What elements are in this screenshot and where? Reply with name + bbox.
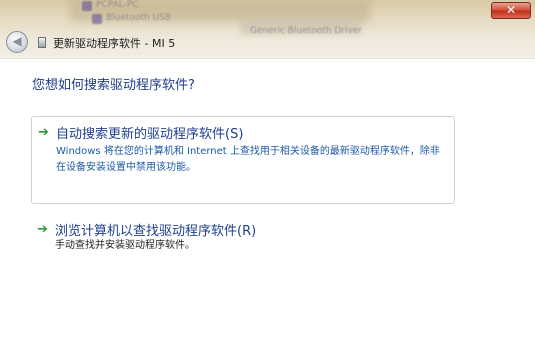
- option-description: Windows 将在您的计算机和 Internet 上查找用于相关设备的最新驱动…: [56, 146, 440, 173]
- background-text: Bluetooth USB: [106, 13, 172, 23]
- background-computer-icon: [82, 1, 92, 11]
- browse-computer-option[interactable]: ➔ 浏览计算机以查找驱动程序软件(R) 手动查找并安装驱动程序软件。: [31, 214, 455, 258]
- option-description: 手动查找并安装驱动程序软件。: [55, 240, 195, 251]
- green-arrow-icon: ➔: [38, 125, 49, 140]
- wizard-title: 更新驱动程序软件 - MI 5: [53, 37, 176, 50]
- close-button[interactable]: ✕: [491, 2, 531, 19]
- aero-glass-frame: PCPAL-PC Bluetooth USB Generic Bluetooth…: [0, 0, 535, 58]
- auto-search-option[interactable]: ➔ 自动搜索更新的驱动程序软件(S) Windows 将在您的计算机和 Inte…: [31, 116, 455, 204]
- option-title: 浏览计算机以查找驱动程序软件(R): [55, 224, 257, 239]
- option-title: 自动搜索更新的驱动程序软件(S): [56, 127, 244, 142]
- page-heading: 您想如何搜索驱动程序软件?: [32, 78, 195, 93]
- wizard-content: 您想如何搜索驱动程序软件? ➔ 自动搜索更新的驱动程序软件(S) Windows…: [0, 58, 535, 341]
- update-driver-wizard-window: PCPAL-PC Bluetooth USB Generic Bluetooth…: [0, 0, 535, 341]
- background-text: PCPAL-PC: [96, 0, 139, 10]
- back-arrow-icon: ◀: [12, 34, 22, 48]
- back-button[interactable]: ◀: [6, 31, 28, 53]
- close-icon: ✕: [505, 3, 517, 17]
- background-bluetooth-icon: [92, 14, 102, 24]
- wizard-navigation-bar: ◀ 更新驱动程序软件 - MI 5: [0, 30, 535, 56]
- device-icon: [38, 37, 46, 48]
- green-arrow-icon: ➔: [37, 222, 48, 237]
